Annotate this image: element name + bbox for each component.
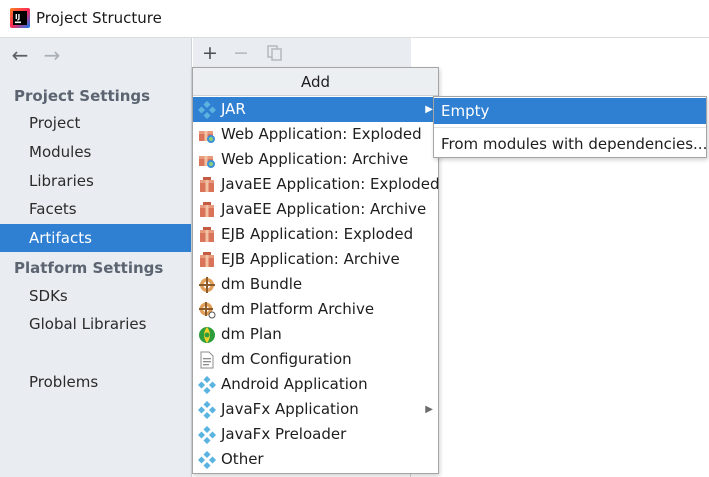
ejb-app-icon	[200, 227, 214, 242]
title-bar: IJ Project Structure	[0, 0, 709, 38]
submenu-item-from-modules[interactable]: From modules with dependencies...	[434, 131, 706, 157]
menu-item-label: dm Platform Archive	[221, 300, 375, 318]
dm-configuration-icon	[200, 351, 214, 369]
platform-settings-heading: Platform Settings	[14, 259, 164, 277]
menu-item-android-application[interactable]: Android Application	[193, 372, 438, 397]
dm-plan-icon	[199, 327, 215, 343]
artifacts-toolbar: + −	[193, 38, 411, 68]
web-app-icon	[199, 156, 215, 168]
submenu-item-empty[interactable]: Empty	[434, 98, 706, 124]
menu-item-label: Web Application: Exploded	[221, 125, 422, 143]
menu-item-dm-configuration[interactable]: dm Configuration	[193, 347, 438, 372]
submenu-separator	[434, 127, 706, 128]
sidebar-item-libraries[interactable]: Libraries	[0, 167, 191, 195]
submenu-arrow-icon: ▶	[425, 104, 433, 115]
menu-item-web-application-exploded[interactable]: Web Application: Exploded	[193, 122, 438, 147]
sidebar-item-problems[interactable]: Problems	[0, 368, 191, 396]
dm-platform-archive-icon	[199, 302, 216, 319]
javaee-app-icon	[200, 177, 214, 192]
jar-submenu: Empty From modules with dependencies...	[433, 96, 707, 158]
javaee-app-icon	[200, 202, 214, 217]
menu-item-label: Android Application	[221, 375, 368, 393]
menu-item-dm-platform-archive[interactable]: dm Platform Archive	[193, 297, 438, 322]
add-icon[interactable]: +	[199, 42, 221, 64]
menu-item-label: JavaEE Application: Archive	[221, 200, 427, 218]
copy-icon[interactable]	[264, 42, 286, 64]
menu-item-label: JavaEE Application: Exploded	[221, 175, 440, 193]
menu-item-label: dm Bundle	[221, 275, 303, 293]
android-app-icon	[198, 376, 216, 394]
menu-item-javafx-application[interactable]: JavaFx Application ▶	[193, 397, 438, 422]
web-app-icon	[199, 131, 215, 143]
jar-icon	[198, 101, 216, 119]
javafx-preloader-icon	[198, 426, 216, 444]
forward-arrow-icon[interactable]: →	[40, 44, 64, 66]
menu-item-label: Other	[221, 450, 264, 468]
menu-item-ejb-application-archive[interactable]: EJB Application: Archive	[193, 247, 438, 272]
menu-item-jar[interactable]: JAR ▶	[193, 97, 438, 122]
menu-item-label: dm Plan	[221, 325, 282, 343]
javafx-app-icon	[198, 401, 216, 419]
sidebar-item-modules[interactable]: Modules	[0, 138, 191, 166]
intellij-app-icon: IJ	[10, 8, 30, 28]
back-arrow-icon[interactable]: ←	[8, 44, 32, 66]
sidebar-item-sdks[interactable]: SDKs	[0, 282, 191, 310]
dm-bundle-icon	[199, 277, 215, 293]
menu-item-other[interactable]: Other	[193, 447, 438, 472]
menu-item-label: EJB Application: Archive	[221, 250, 400, 268]
menu-item-label: Web Application: Archive	[221, 150, 409, 168]
sidebar-item-artifacts[interactable]: Artifacts	[0, 224, 191, 252]
menu-item-label: JavaFx Preloader	[221, 425, 347, 443]
window-title: Project Structure	[36, 9, 162, 27]
menu-item-javaee-application-exploded[interactable]: JavaEE Application: Exploded	[193, 172, 440, 197]
menu-item-web-application-archive[interactable]: Web Application: Archive	[193, 147, 438, 172]
ejb-app-icon	[200, 252, 214, 267]
menu-item-label: EJB Application: Exploded	[221, 225, 414, 243]
add-artifact-popup: Add JAR ▶ Web Application: Exploded Web …	[192, 67, 440, 474]
menu-item-dm-plan[interactable]: dm Plan	[193, 322, 438, 347]
menu-item-ejb-application-exploded[interactable]: EJB Application: Exploded	[193, 222, 438, 247]
svg-text:IJ: IJ	[15, 13, 20, 21]
menu-item-label: JAR	[221, 100, 246, 118]
submenu-arrow-icon: ▶	[425, 404, 433, 415]
sidebar-item-global-libraries[interactable]: Global Libraries	[0, 310, 191, 338]
popup-title: Add	[193, 68, 438, 96]
sidebar-item-facets[interactable]: Facets	[0, 195, 191, 223]
menu-item-label: dm Configuration	[221, 350, 352, 368]
remove-icon[interactable]: −	[230, 42, 252, 64]
menu-item-javafx-preloader[interactable]: JavaFx Preloader	[193, 422, 438, 447]
other-icon	[198, 451, 216, 469]
menu-item-dm-bundle[interactable]: dm Bundle	[193, 272, 438, 297]
project-settings-heading: Project Settings	[14, 87, 151, 105]
menu-item-label: JavaFx Application	[221, 400, 359, 418]
menu-item-javaee-application-archive[interactable]: JavaEE Application: Archive	[193, 197, 438, 222]
sidebar-item-project[interactable]: Project	[0, 109, 191, 137]
